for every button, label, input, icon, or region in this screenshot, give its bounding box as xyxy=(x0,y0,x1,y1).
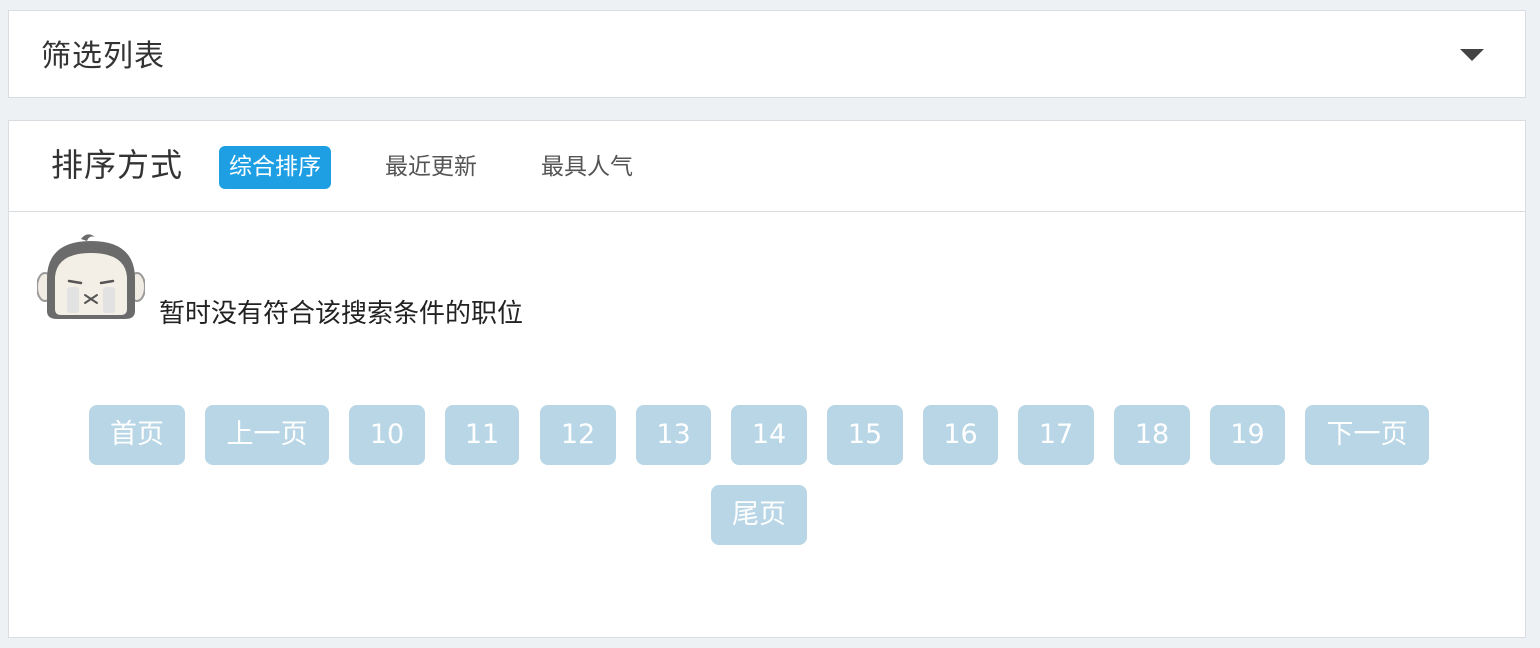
filter-bar[interactable]: 筛选列表 xyxy=(8,10,1526,98)
crying-face-icon xyxy=(36,229,146,321)
page-button[interactable]: 10 xyxy=(349,405,425,465)
page-button[interactable]: 11 xyxy=(445,405,519,465)
sort-option-comprehensive[interactable]: 综合排序 xyxy=(219,146,331,189)
page-button[interactable]: 13 xyxy=(636,405,711,465)
page-button[interactable]: 18 xyxy=(1114,405,1190,465)
page-button[interactable]: 14 xyxy=(731,405,807,465)
page-button[interactable]: 17 xyxy=(1018,405,1094,465)
sort-bar: 排序方式 综合排序 最近更新 最具人气 xyxy=(9,121,1525,212)
page-button[interactable]: 12 xyxy=(540,405,616,465)
next-page-button[interactable]: 下一页 xyxy=(1305,405,1429,465)
sort-option-recent[interactable]: 最近更新 xyxy=(375,146,487,189)
page-button[interactable]: 19 xyxy=(1210,405,1285,465)
empty-message: 暂时没有符合该搜索条件的职位 xyxy=(159,299,524,329)
results-panel: 排序方式 综合排序 最近更新 最具人气 暂时没有符合该搜索条件的职位 首页 上一… xyxy=(8,120,1526,638)
empty-state: 暂时没有符合该搜索条件的职位 xyxy=(9,211,1525,361)
last-page-button[interactable]: 尾页 xyxy=(711,485,807,545)
caret-down-icon[interactable] xyxy=(1459,47,1485,63)
filter-title: 筛选列表 xyxy=(41,39,165,74)
prev-page-button[interactable]: 上一页 xyxy=(205,405,329,465)
page-button[interactable]: 15 xyxy=(827,405,903,465)
page-button[interactable]: 16 xyxy=(923,405,998,465)
sort-label: 排序方式 xyxy=(51,146,184,184)
first-page-button[interactable]: 首页 xyxy=(89,405,185,465)
sort-option-popular[interactable]: 最具人气 xyxy=(531,146,643,189)
